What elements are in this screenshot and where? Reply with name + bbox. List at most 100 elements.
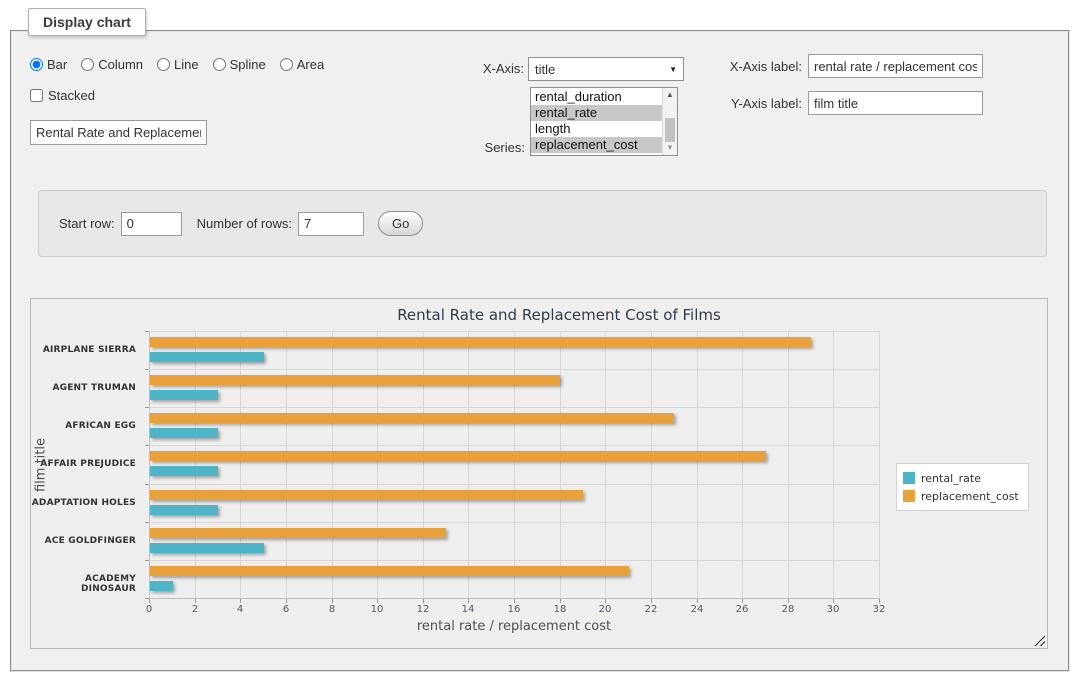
x-axis-select[interactable]: title ▼ [528,57,684,81]
x-tick-mark [605,599,606,603]
start-row-input[interactable] [121,212,182,236]
x-tick-mark [195,599,196,603]
x-tick-label: 24 [682,604,712,615]
chart-title-input[interactable] [30,120,207,145]
go-button[interactable]: Go [378,211,423,236]
series-option-length[interactable]: length [531,121,662,137]
y-tick-mark [145,522,149,523]
grid-line-x [377,331,378,598]
chart-type-radio-spline[interactable]: Spline [213,57,266,72]
x-tick-label: 16 [499,604,529,615]
series-option-replacement_cost[interactable]: replacement_cost [531,137,662,153]
legend-label: rental_rate [921,472,981,485]
number-of-rows-input[interactable] [298,212,364,236]
y-tick-mark [145,331,149,332]
series-option-rental_rate[interactable]: rental_rate [531,105,662,121]
x-tick-label: 28 [773,604,803,615]
category-label: AGENT TRUMAN [31,383,143,393]
grid-line-y [149,407,879,408]
y-axis-label-field: Y-Axis label: [710,96,802,111]
bar-replacement_cost [150,375,560,385]
bar-rental_rate [150,352,264,362]
x-tick-mark [423,599,424,603]
grid-line-y [149,331,879,332]
grid-line-x [788,331,789,598]
bar-rental_rate [150,581,173,591]
chart-type-radio-area[interactable]: Area [280,57,324,72]
scroll-up-icon[interactable]: ▲ [663,89,677,101]
row-range-panel: Start row: Number of rows: Go [38,190,1047,257]
bar-rental_rate [150,428,218,438]
bar-replacement_cost [150,337,811,347]
grid-line-y [149,369,879,370]
y-tick-mark [145,598,149,599]
fieldset-legend: Display chart [28,8,146,36]
x-tick-label: 14 [453,604,483,615]
chart-type-radio-line[interactable]: Line [157,57,199,72]
chart-type-radio-group: Bar Column Line Spline Area [30,55,324,73]
grid-line-x [423,331,424,598]
series-listbox[interactable]: rental_durationrental_ratelengthreplacem… [530,87,678,156]
grid-line-x [742,331,743,598]
bar-replacement_cost [150,566,629,576]
bar-rental_rate [150,390,218,400]
bar-rental_rate [150,543,264,553]
x-tick-label: 12 [408,604,438,615]
x-tick-mark [879,599,880,603]
x-axis-label-input[interactable] [808,54,983,78]
stacked-label: Stacked [48,88,95,103]
grid-line-x [332,331,333,598]
start-row-label: Start row: [59,216,115,231]
chart-container: Rental Rate and Replacement Cost of Film… [30,298,1048,649]
legend-label: replacement_cost [921,490,1019,503]
resize-handle-icon[interactable] [1034,635,1045,646]
chart-type-label: Line [174,57,199,72]
x-tick-label: 20 [590,604,620,615]
chart-type-radio-column[interactable]: Column [81,57,143,72]
grid-line-x [605,331,606,598]
bar-replacement_cost [150,451,766,461]
x-tick-mark [332,599,333,603]
x-tick-label: 8 [317,604,347,615]
x-tick-mark [788,599,789,603]
legend-item-replacement_cost[interactable]: replacement_cost [903,487,1019,505]
x-tick-mark [240,599,241,603]
x-tick-label: 10 [362,604,392,615]
radio-icon[interactable] [30,58,43,71]
legend-item-rental_rate[interactable]: rental_rate [903,469,1019,487]
series-option-rental_duration[interactable]: rental_duration [531,89,662,105]
category-label: ADAPTATION HOLES [31,498,143,508]
chart-type-radio-bar[interactable]: Bar [30,57,67,72]
category-label: AIRPLANE SIERRA [31,345,143,355]
x-tick-mark [651,599,652,603]
x-tick-label: 6 [271,604,301,615]
x-tick-mark [560,599,561,603]
radio-icon[interactable] [213,58,226,71]
y-axis-label-input[interactable] [808,91,983,115]
y-tick-mark [145,407,149,408]
grid-line-x [240,331,241,598]
chart-type-label: Bar [47,57,67,72]
radio-icon[interactable] [280,58,293,71]
radio-icon[interactable] [157,58,170,71]
series-options: rental_durationrental_ratelengthreplacem… [531,89,662,153]
stacked-checkbox-row[interactable]: Stacked [30,87,95,103]
x-tick-label: 32 [864,604,894,615]
x-tick-label: 30 [818,604,848,615]
series-listbox-scrollbar[interactable]: ▲ ▼ [662,88,677,155]
grid-line-y [149,445,879,446]
plot-area [149,331,879,598]
stacked-checkbox[interactable] [30,89,43,102]
category-label: ACE GOLDFINGER [31,536,143,546]
x-tick-label: 26 [727,604,757,615]
legend-swatch-icon [903,490,915,502]
category-label: AFRICAN EGG [31,421,143,431]
grid-line-y [149,560,879,561]
category-label: AFFAIR PREJUDICE [31,459,143,469]
scrollbar-thumb[interactable] [665,118,675,142]
radio-icon[interactable] [81,58,94,71]
x-axis-label-field: X-Axis label: [710,59,802,74]
x-tick-label: 4 [225,604,255,615]
grid-line-x [195,331,196,598]
scroll-down-icon[interactable]: ▼ [663,142,677,154]
